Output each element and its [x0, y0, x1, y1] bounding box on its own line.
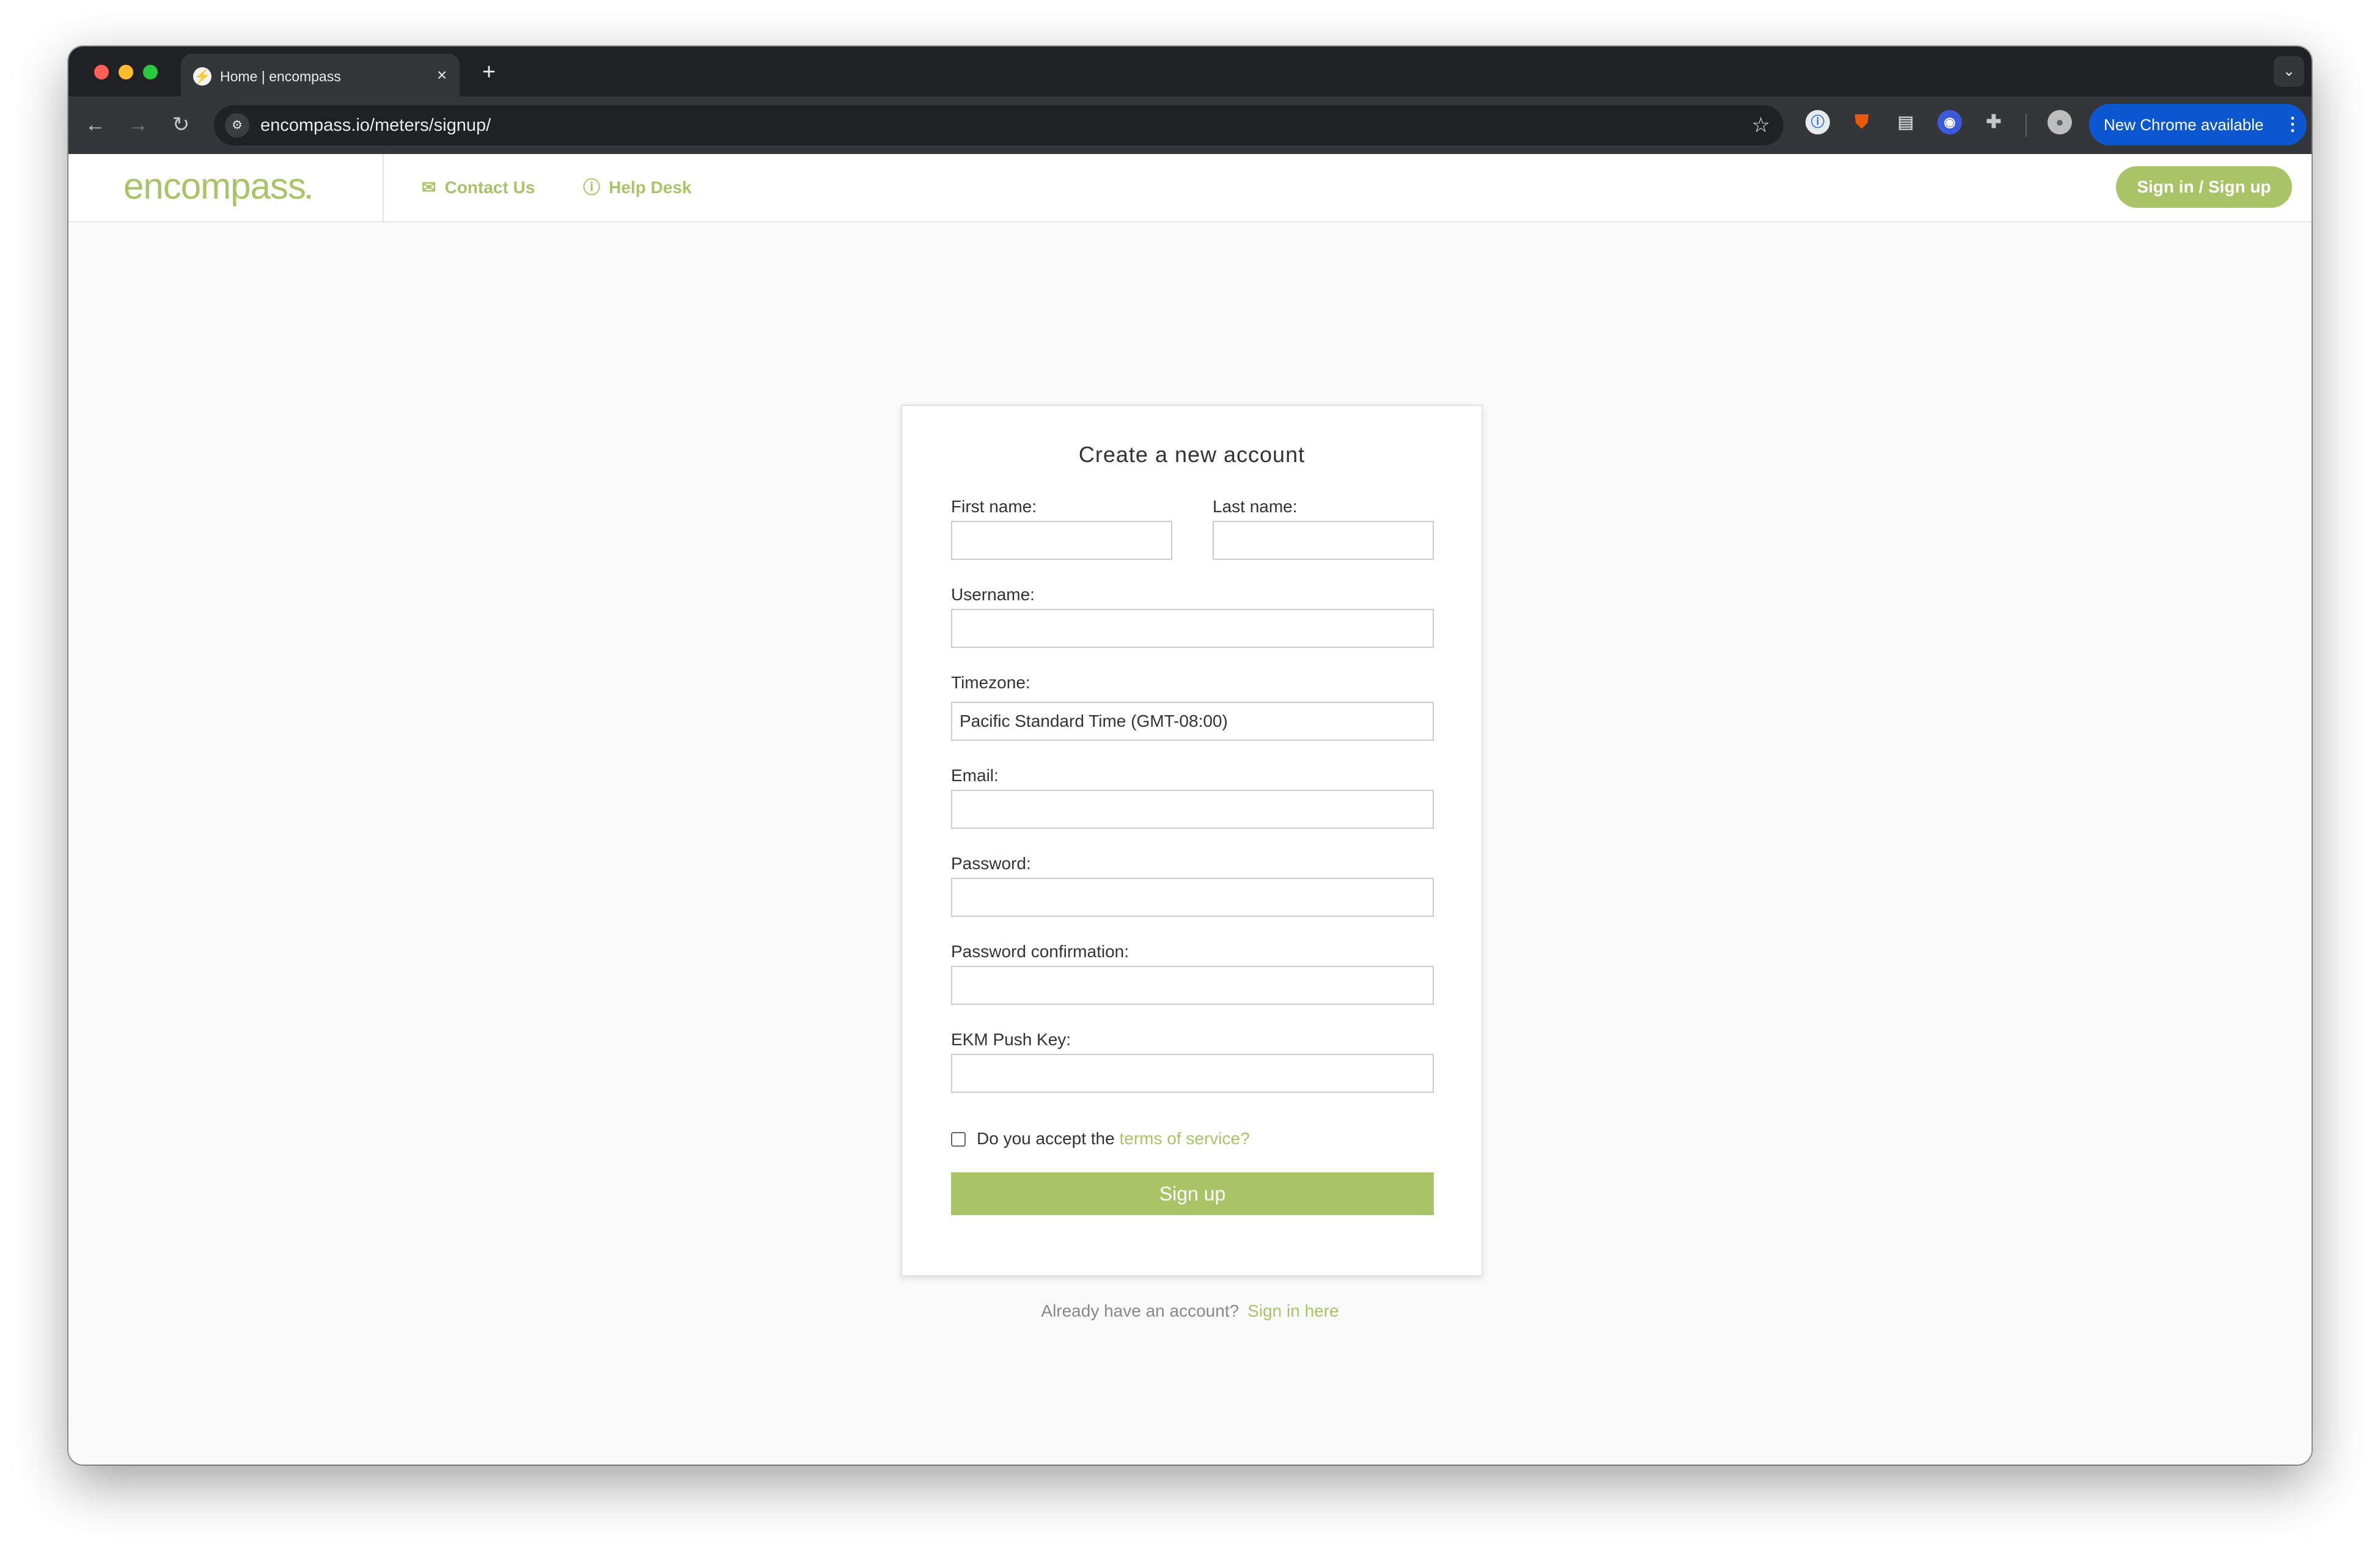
- email-label: Email:: [951, 766, 999, 785]
- tab-title: Home | encompass: [220, 68, 341, 84]
- password-label: Password:: [951, 854, 1031, 873]
- last-name-label: Last name:: [1213, 497, 1298, 516]
- password-confirmation-input[interactable]: [951, 966, 1434, 1005]
- site-info-icon[interactable]: ⚙: [225, 113, 249, 138]
- browser-tab[interactable]: ⚡ Home | encompass ×: [181, 54, 460, 97]
- forward-icon[interactable]: →: [121, 108, 155, 142]
- tab-strip: ⚡ Home | encompass × + ⌄: [68, 46, 2312, 97]
- terms-prefix: Do you accept the: [977, 1129, 1115, 1148]
- password-confirmation-label: Password confirmation:: [951, 942, 1129, 961]
- url-text: encompass.io/meters/signup/: [260, 116, 491, 135]
- username-input[interactable]: [951, 609, 1434, 648]
- site-header: encompass ✉ Contact Us ⓘ Help Desk Sign in…: [68, 154, 2312, 222]
- reload-icon[interactable]: ↻: [164, 108, 198, 142]
- signin-prompt-text: Already have an account?: [1041, 1301, 1240, 1320]
- first-name-input[interactable]: [951, 521, 1172, 560]
- favicon-icon: ⚡: [193, 67, 211, 86]
- password-manager-icon[interactable]: ⓘ: [1805, 110, 1830, 134]
- envelope-icon: ✉: [422, 178, 436, 197]
- profile-avatar-icon[interactable]: ●: [2048, 110, 2072, 134]
- address-bar[interactable]: ⚙ encompass.io/meters/signup/ ☆: [214, 105, 1783, 145]
- help-desk-link[interactable]: ⓘ Help Desk: [583, 177, 691, 198]
- password-input[interactable]: [951, 878, 1434, 917]
- extensions-puzzle-icon[interactable]: ✚: [1981, 110, 2006, 134]
- brave-shield-icon[interactable]: ⛊: [1849, 110, 1874, 134]
- signin-prompt: Already have an account? Sign in here: [68, 1301, 2312, 1322]
- sign-in-sign-up-button[interactable]: Sign in / Sign up: [2116, 166, 2292, 208]
- signup-card: Create a new account First name: Last na…: [901, 405, 1483, 1276]
- bookmark-star-icon[interactable]: ☆: [1746, 110, 1776, 141]
- form-title: Create a new account: [1078, 442, 1306, 467]
- terms-text: Do you accept the terms of service?: [977, 1128, 1250, 1149]
- logo-text: encompass: [123, 166, 306, 207]
- site-logo[interactable]: encompass: [123, 165, 310, 208]
- terms-checkbox[interactable]: [951, 1132, 966, 1147]
- email-input[interactable]: [951, 790, 1434, 829]
- username-label: Username:: [951, 585, 1035, 604]
- timezone-label: Timezone:: [951, 673, 1030, 692]
- header-divider: [383, 154, 384, 221]
- chrome-update-button[interactable]: New Chrome available ⋮: [2089, 104, 2307, 145]
- ekm-push-key-input[interactable]: [951, 1054, 1434, 1093]
- more-menu-icon[interactable]: ⋮: [2283, 112, 2302, 137]
- help-desk-label: Help Desk: [609, 178, 692, 197]
- close-window-button[interactable]: [94, 65, 109, 79]
- sign-in-here-link[interactable]: Sign in here: [1247, 1301, 1339, 1320]
- contact-us-link[interactable]: ✉ Contact Us: [422, 177, 535, 198]
- page-content: encompass ✉ Contact Us ⓘ Help Desk Sign in…: [68, 154, 2312, 1465]
- ekm-push-key-label: EKM Push Key:: [951, 1030, 1071, 1049]
- info-icon: ⓘ: [583, 178, 601, 197]
- new-tab-button[interactable]: +: [477, 60, 501, 84]
- extension-circle-icon[interactable]: ◉: [1937, 110, 1962, 134]
- contact-us-label: Contact Us: [444, 178, 535, 197]
- first-name-label: First name:: [951, 497, 1037, 516]
- browser-toolbar: ← → ↻ ⚙ encompass.io/meters/signup/ ☆ ⓘ …: [68, 97, 2312, 154]
- sign-up-button[interactable]: Sign up: [951, 1172, 1434, 1215]
- back-icon[interactable]: ←: [78, 108, 112, 142]
- extension-icon[interactable]: ▤: [1893, 110, 1918, 134]
- logo-dot: [306, 195, 310, 199]
- last-name-input[interactable]: [1213, 521, 1434, 560]
- tab-search-button[interactable]: ⌄: [2274, 56, 2304, 87]
- terms-of-service-link[interactable]: terms of service?: [1119, 1129, 1249, 1148]
- close-tab-icon[interactable]: ×: [432, 65, 452, 86]
- minimize-window-button[interactable]: [119, 65, 133, 79]
- maximize-window-button[interactable]: [143, 65, 158, 79]
- browser-window: ⚡ Home | encompass × + ⌄ ← → ↻ ⚙ encompa…: [68, 46, 2312, 1465]
- timezone-select[interactable]: Pacific Standard Time (GMT-08:00): [951, 702, 1434, 741]
- update-label: New Chrome available: [2104, 116, 2264, 134]
- toolbar-divider: [2026, 114, 2027, 137]
